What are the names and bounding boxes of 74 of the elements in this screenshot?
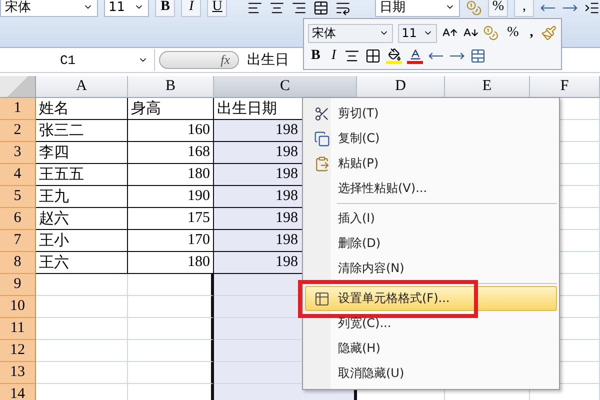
row-header[interactable]: 11 [0,318,36,340]
table-cell: 180 [128,252,214,274]
table-cell: 180 [128,164,214,186]
formula-field[interactable]: 出生日 [247,51,293,69]
percent-button[interactable]: % [488,0,508,17]
name-box[interactable]: C1 [0,49,155,71]
row-header[interactable]: 1 [0,98,36,120]
paintbrush-icon[interactable] [541,25,557,42]
font-size-dropdown[interactable]: 11 [104,0,150,17]
coins-icon[interactable] [483,25,500,42]
column-header[interactable]: D [357,76,445,98]
insert-function-button[interactable]: fx [159,51,239,69]
align-left-icon[interactable] [247,0,264,16]
row-header[interactable]: 13 [0,362,36,384]
table-cell: 王五五 [36,164,128,186]
table-cell: 李四 [36,142,128,164]
table-cell: 王小 [36,230,128,252]
column-header[interactable]: F [530,76,600,98]
coins-icon[interactable] [466,0,482,16]
paste-icon[interactable] [314,156,330,172]
font-color-button[interactable] [407,48,424,64]
table-cell: 姓名 [36,98,128,120]
fill-color-button[interactable] [386,48,402,64]
italic-button[interactable]: I [328,48,340,64]
column-header[interactable]: A [36,76,128,98]
italic-button[interactable]: I [181,0,202,17]
scissors-icon[interactable] [314,106,330,122]
row-header[interactable]: 9 [0,274,36,296]
percent-button[interactable]: % [504,25,522,42]
table-cell: 190 [128,186,214,208]
row-header[interactable]: 8 [0,252,36,274]
table-cell: 160 [128,120,214,142]
row-header[interactable]: 4 [0,164,36,186]
menu-item[interactable]: 隐藏(H) [305,336,557,361]
bold-button[interactable]: B [155,0,176,17]
comma-button[interactable]: , [526,25,536,42]
row-header[interactable]: 12 [0,340,36,362]
row-header[interactable]: 7 [0,230,36,252]
column-header[interactable]: B [128,76,214,98]
table-cell: 175 [128,208,214,230]
row-header[interactable]: 10 [0,296,36,318]
menu-item[interactable]: 列宽(C)... [305,311,557,336]
border-icon[interactable] [365,48,382,64]
table-cell: 王六 [36,252,128,274]
font-dropdown[interactable]: 宋体 [308,24,393,43]
table-cell: 赵六 [36,208,128,230]
bold-button[interactable]: B [308,48,324,64]
table-cell: 170 [128,230,214,252]
table-cell: 王九 [36,186,128,208]
row-header[interactable]: 14 [0,384,36,400]
table-icon[interactable] [314,290,330,306]
column-header[interactable]: E [445,76,530,98]
merge-cells-icon[interactable] [312,0,329,16]
table-cell: 168 [128,142,214,164]
indent-icon[interactable] [584,0,600,16]
wrap-text-icon[interactable] [334,0,351,16]
menu-item[interactable]: 取消隐藏(U) [305,361,557,386]
table-cell: 身高 [128,98,214,120]
align-right-icon[interactable] [291,0,307,16]
merge-cells-icon[interactable] [470,48,486,64]
font-dropdown[interactable]: 宋体 [0,0,98,17]
column-header[interactable]: C [214,76,357,98]
copy-icon[interactable] [314,130,330,146]
table-cell: 张三二 [36,120,128,142]
font-size-dropdown[interactable]: 11 [398,24,437,43]
row-header[interactable]: 3 [0,142,36,164]
menu-item[interactable]: 设置单元格格式(F)... [305,286,557,311]
number-format-dropdown[interactable]: 日期 [374,0,460,17]
row-header[interactable]: 5 [0,186,36,208]
row-header[interactable]: 2 [0,120,36,142]
align-center-icon[interactable] [269,0,286,16]
row-header[interactable]: 6 [0,208,36,230]
underline-button[interactable]: U [207,0,228,17]
comma-button[interactable]: , [514,0,534,17]
